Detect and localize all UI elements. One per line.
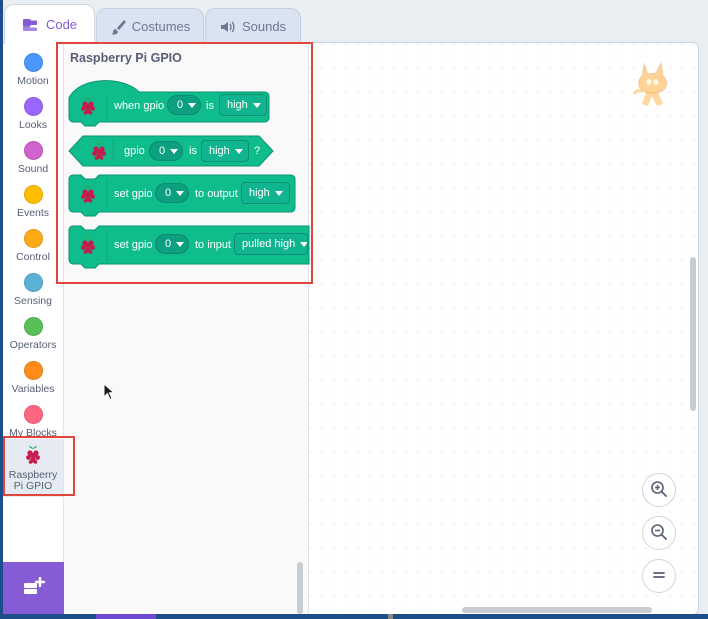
add-extension-button[interactable] [3, 562, 64, 615]
category-label: Looks [18, 119, 48, 131]
raspberry-pi-icon [24, 445, 42, 468]
raspberry-pi-icon [90, 141, 108, 164]
category-events[interactable]: Events [3, 179, 63, 221]
code-icon [22, 18, 40, 32]
pin-value: 0 [165, 187, 172, 199]
speaker-icon [220, 20, 236, 34]
category-label: Control [16, 251, 50, 263]
category-dot [23, 361, 43, 380]
category-sensing[interactable]: Sensing [3, 267, 63, 309]
tab-costumes-label: Costumes [131, 19, 191, 34]
gpio-pin-dropdown[interactable]: 0 [149, 141, 183, 161]
zoom-in-button[interactable] [642, 473, 676, 507]
tab-sounds[interactable]: Sounds [205, 8, 301, 44]
level-value: high [209, 145, 230, 157]
chevron-down-icon [188, 102, 197, 108]
category-my-blocks[interactable]: My Blocks [3, 399, 63, 441]
category-dot [23, 97, 43, 116]
zoom-in-icon [650, 480, 668, 501]
workspace-vertical-scrollbar[interactable] [690, 257, 696, 411]
category-label: Motion [17, 75, 49, 87]
pin-value: 0 [177, 99, 184, 111]
block-palette [64, 43, 309, 614]
category-dot [23, 273, 43, 292]
category-label: Sensing [14, 295, 52, 307]
block-text: is [206, 100, 214, 112]
category-control[interactable]: Control [3, 223, 63, 265]
block-text: set gpio [114, 188, 153, 200]
zoom-reset-button[interactable] [642, 559, 676, 593]
zoom-out-icon [650, 523, 668, 544]
category-variables[interactable]: Variables [3, 355, 63, 397]
category-label: Variables [11, 383, 55, 395]
category-operators[interactable]: Operators [3, 311, 63, 353]
category-dot [23, 141, 43, 160]
tab-sounds-label: Sounds [241, 19, 287, 34]
zoom-reset-icon [652, 569, 666, 583]
block-text: is [189, 145, 197, 157]
category-label: My Blocks [9, 427, 57, 439]
chevron-down-icon [274, 190, 283, 196]
paintbrush-icon [110, 19, 126, 35]
category-sound[interactable]: Sound [3, 135, 63, 177]
block-text: gpio [124, 145, 145, 157]
mouse-cursor-icon [103, 382, 116, 404]
category-label: Operators [9, 339, 57, 351]
workspace-horizontal-scrollbar[interactable] [462, 607, 652, 613]
tab-code-label: Code [45, 17, 78, 32]
pull-mode-value: pulled high [242, 238, 296, 250]
pin-value: 0 [165, 238, 172, 250]
category-raspberry-pi-gpio[interactable]: Raspberry Pi GPIO [3, 439, 63, 497]
zoom-out-button[interactable] [642, 516, 676, 550]
block-text: set gpio [114, 239, 153, 251]
gpio-pin-dropdown[interactable]: 0 [155, 183, 189, 203]
block-text: when gpio [114, 100, 165, 112]
category-menu: Motion Looks Sound Events Control Sensin… [3, 43, 64, 563]
chevron-down-icon [234, 148, 243, 154]
category-dot [23, 53, 43, 72]
category-looks[interactable]: Looks [3, 91, 63, 133]
raspberry-pi-icon [79, 96, 97, 119]
pin-value: 0 [159, 145, 166, 157]
gpio-pin-dropdown[interactable]: 0 [167, 95, 201, 115]
sprite-thumbnail [632, 60, 674, 113]
raspberry-pi-icon [79, 184, 97, 207]
tab-costumes[interactable]: Costumes [96, 8, 204, 44]
palette-title: Raspberry Pi GPIO [70, 51, 182, 65]
chevron-down-icon [176, 241, 185, 247]
chevron-down-icon [252, 102, 261, 108]
chevron-down-icon [176, 190, 185, 196]
chevron-down-icon [170, 148, 179, 154]
category-dot [23, 317, 43, 336]
category-label: Raspberry Pi GPIO [8, 469, 58, 492]
block-text: to output [195, 188, 238, 200]
level-value: high [249, 187, 270, 199]
category-dot [23, 405, 43, 424]
category-motion[interactable]: Motion [3, 47, 63, 89]
workspace-grid [309, 43, 698, 614]
level-dropdown[interactable]: high [219, 94, 267, 116]
category-label: Events [16, 207, 50, 219]
level-dropdown[interactable]: high [201, 140, 249, 162]
category-dot [23, 185, 43, 204]
chevron-down-icon [300, 241, 307, 247]
taskbar-indicator [388, 614, 393, 619]
taskbar-accent [96, 614, 156, 619]
level-dropdown[interactable]: high [241, 182, 290, 204]
category-dot [23, 229, 43, 248]
palette-scrollbar[interactable] [297, 562, 303, 614]
gpio-pin-dropdown[interactable]: 0 [155, 234, 189, 254]
tab-code[interactable]: Code [4, 4, 95, 44]
add-extension-icon [22, 576, 46, 600]
raspberry-pi-icon [79, 235, 97, 258]
category-label: Sound [17, 163, 49, 175]
pull-mode-dropdown[interactable]: pulled high [234, 233, 308, 255]
block-text: ? [254, 145, 261, 157]
level-value: high [227, 99, 248, 111]
block-text: to input [195, 239, 232, 251]
